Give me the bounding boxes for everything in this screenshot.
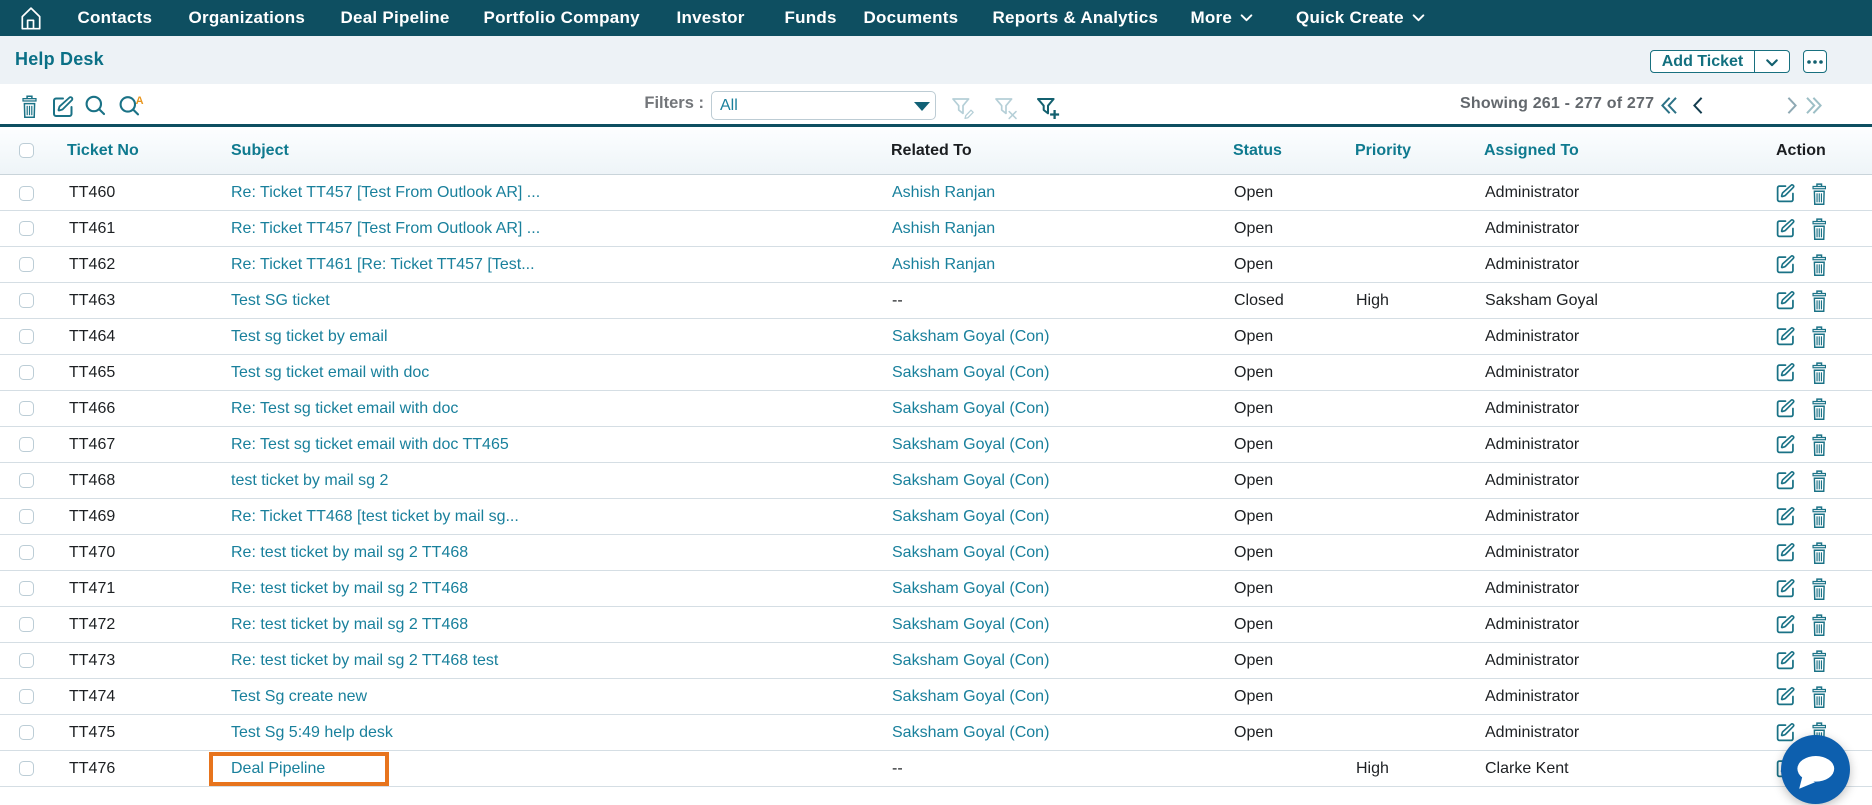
svg-text:A: A (135, 95, 143, 107)
